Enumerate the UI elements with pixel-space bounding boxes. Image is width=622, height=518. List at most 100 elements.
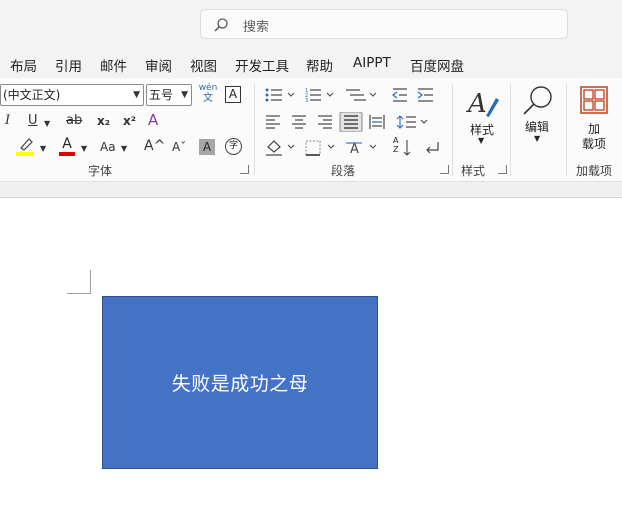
superscript-button[interactable]: x² (123, 113, 136, 129)
clear-formatting-button[interactable]: A (148, 112, 158, 128)
sort-arrow-icon (403, 140, 411, 156)
highlighter-icon (20, 138, 33, 151)
svg-text:3: 3 (305, 98, 308, 104)
shading-border-buttons[interactable]: A (264, 138, 384, 158)
character-shading-icon: A (202, 140, 212, 154)
tab-help[interactable]: 帮助 (306, 55, 333, 75)
paragraph-group-label: 段落 (331, 164, 356, 178)
styles-dialog-launcher[interactable] (498, 165, 507, 174)
font-dialog-launcher[interactable] (240, 165, 249, 174)
paragraph-dialog-launcher[interactable] (440, 165, 449, 174)
subscript-button[interactable]: x₂ (97, 113, 110, 129)
chevron-down-icon[interactable]: ▼ (40, 141, 46, 157)
character-border-icon: A (228, 87, 238, 101)
menu-bar: 布局 引用 邮件 审阅 视图 开发工具 帮助 AIPPT 百度网盘 (0, 48, 622, 78)
chevron-down-icon[interactable]: ▼ (81, 141, 87, 157)
phonetic-guide-button[interactable]: wén 文 (198, 83, 218, 107)
justify-icon (339, 112, 363, 132)
ribbon-bottom-strip (0, 182, 622, 198)
shape-text: 失败是成功之母 (171, 373, 309, 395)
search-icon (214, 18, 228, 32)
list-buttons[interactable]: 1 2 3 (264, 86, 384, 104)
font-color-icon: A (62, 136, 72, 152)
styles-button[interactable]: A 样式 ▼ (460, 84, 504, 156)
tab-baidu-netdisk[interactable]: 百度网盘 (410, 55, 464, 75)
highlight-color-swatch (16, 152, 34, 156)
page-corner-mark (90, 270, 91, 294)
distributed-icon (369, 115, 385, 129)
font-color-swatch (59, 152, 75, 156)
svg-text:A: A (466, 89, 487, 119)
increase-indent-icon (417, 88, 433, 102)
addins-grid-icon (580, 86, 608, 114)
editing-button-label: 编辑 (525, 120, 550, 134)
font-group-label: 字体 (88, 164, 113, 178)
tab-references[interactable]: 引用 (55, 55, 82, 75)
italic-button[interactable]: I (5, 113, 10, 129)
font-size-combo[interactable]: 五号 ▼ (146, 84, 192, 106)
search-label: 搜索 (243, 20, 270, 35)
highlight-button[interactable] (16, 137, 36, 159)
indent-buttons[interactable] (391, 86, 436, 104)
sort-button[interactable]: A Z (393, 136, 413, 160)
font-color-button[interactable]: A (58, 136, 76, 158)
tab-aippt[interactable]: AIPPT (353, 55, 391, 71)
document-area[interactable]: 失败是成功之母 (0, 199, 622, 518)
bullets-icon (265, 88, 295, 102)
phonetic-top: wén (198, 83, 218, 93)
decrease-indent-icon (392, 88, 407, 102)
tab-review[interactable]: 审阅 (145, 55, 172, 75)
search-box[interactable]: 搜索 (200, 9, 568, 39)
chevron-down-icon: ▼ (133, 90, 140, 100)
ribbon: (中文正文) ▼ 五号 ▼ wén 文 A I U ▼ ab x₂ x² A ▼… (0, 78, 622, 182)
underline-button[interactable]: U (28, 113, 38, 129)
show-formatting-icon[interactable] (423, 140, 441, 156)
align-right-icon (318, 115, 332, 129)
character-border-button[interactable]: A (225, 86, 241, 103)
change-case-button[interactable]: Aa (100, 139, 116, 155)
chevron-down-icon[interactable]: ▼ (121, 141, 127, 157)
line-spacing-icon (396, 115, 428, 129)
align-center-icon (292, 115, 306, 129)
align-left-icon (266, 115, 280, 129)
numbering-icon: 1 2 3 (305, 88, 334, 104)
title-bar: 搜索 (0, 0, 622, 48)
phonetic-bottom: 文 (203, 93, 213, 104)
chevron-down-icon: ▼ (478, 136, 485, 145)
font-size-value: 五号 (149, 88, 174, 102)
paint-bucket-icon (266, 140, 295, 156)
chevron-down-icon: ▼ (181, 90, 188, 100)
editing-button[interactable]: 编辑 ▼ (518, 84, 558, 156)
grow-font-button[interactable]: A^ (144, 138, 165, 154)
ribbon-separator (452, 84, 453, 176)
tab-developer[interactable]: 开发工具 (235, 55, 289, 75)
alignment-buttons[interactable] (264, 112, 444, 132)
enclose-characters-button[interactable]: 字 (225, 138, 242, 155)
page-corner-mark (67, 293, 91, 294)
font-name-combo[interactable]: (中文正文) ▼ (0, 84, 144, 106)
chevron-down-icon: ▼ (534, 134, 541, 143)
addins-button[interactable]: 加 载项 (574, 84, 618, 156)
font-name-value: (中文正文) (3, 88, 61, 102)
strikethrough-button[interactable]: ab (66, 113, 82, 129)
styles-icon: A (466, 89, 499, 119)
clear-formatting-icon: A (148, 111, 159, 129)
tab-view[interactable]: 视图 (190, 55, 217, 75)
styles-group-label: 样式 (461, 164, 486, 178)
ribbon-separator (566, 84, 567, 176)
character-shading-button[interactable]: A (199, 139, 215, 155)
addins-group-label: 加载项 (576, 164, 613, 178)
svg-text:A: A (350, 142, 359, 157)
shrink-font-button[interactable]: Aˇ (172, 139, 186, 155)
tab-layout[interactable]: 布局 (10, 55, 37, 75)
chevron-down-icon[interactable]: ▼ (44, 116, 50, 132)
multilevel-list-icon (346, 89, 377, 101)
text-box-shape[interactable]: 失败是成功之母 (102, 296, 378, 469)
asian-layout-icon: A (346, 142, 377, 157)
ribbon-separator (254, 84, 255, 176)
tab-mailings[interactable]: 邮件 (100, 55, 127, 75)
magnifier-icon (523, 86, 552, 115)
ribbon-separator (510, 84, 511, 176)
borders-icon (305, 140, 335, 156)
enclose-characters-icon: 字 (228, 141, 238, 151)
